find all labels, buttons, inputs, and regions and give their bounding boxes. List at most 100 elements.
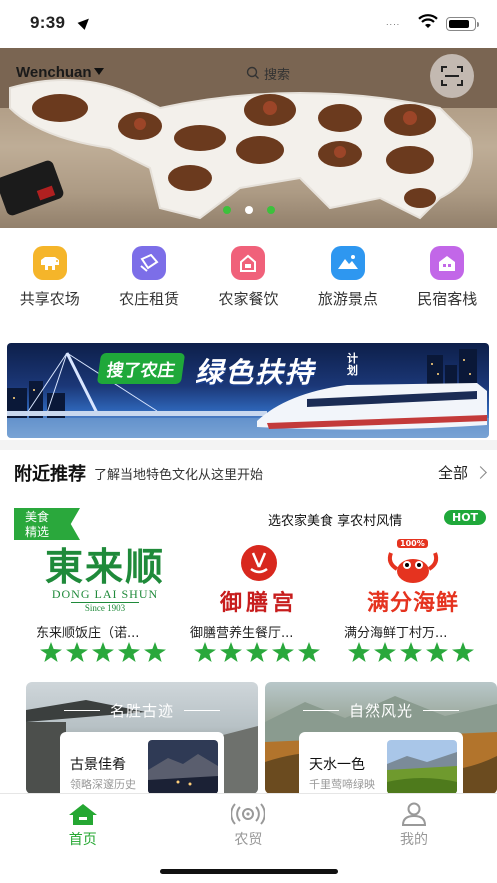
star-icon xyxy=(298,642,320,662)
tab-label: 农贸 xyxy=(234,832,263,848)
scenic-card-title: 天水一色 xyxy=(309,757,365,773)
star-icon xyxy=(220,642,242,662)
cow-icon xyxy=(32,246,67,280)
scan-button[interactable] xyxy=(430,54,474,98)
hot-badge: HOT xyxy=(444,510,487,525)
contract-icon xyxy=(132,246,167,280)
house-icon xyxy=(430,246,465,280)
shop-logo: 東来顺 DONG LAI SHUN Since 1903 xyxy=(30,540,180,620)
rating-stars xyxy=(40,642,166,662)
crab-logo: 100% xyxy=(383,539,443,585)
category-label: 旅游景点 xyxy=(317,290,378,308)
carousel-dot[interactable] xyxy=(266,206,275,214)
rating-stars xyxy=(348,642,474,662)
scenic-card-historic[interactable]: 名胜古迹 古景佳肴 领略深邃历史 xyxy=(26,682,258,794)
status-time: 9:39 xyxy=(30,13,66,32)
star-icon xyxy=(40,642,62,662)
mountain-icon xyxy=(330,246,365,280)
location-arrow-icon xyxy=(77,15,93,30)
shop-card-manfen[interactable]: 100% 满分海鲜 满分海鲜丁村万... xyxy=(338,539,492,670)
caret-down-icon xyxy=(93,68,104,75)
category-label: 民宿客栈 xyxy=(417,290,478,308)
star-icon xyxy=(66,642,88,662)
category-label: 农庄租赁 xyxy=(119,290,180,308)
scenic-card-subtitle: 千里莺啼绿映 xyxy=(309,778,375,791)
logo-badge: 100% xyxy=(397,539,428,548)
home-indicator xyxy=(160,869,338,874)
star-icon xyxy=(348,642,370,662)
status-bar: 9:39 .... xyxy=(0,0,497,48)
shop-name: 满分海鲜丁村万... xyxy=(344,626,448,641)
star-icon xyxy=(374,642,396,662)
location-label: Wenchuan xyxy=(16,64,92,81)
section-title: 附近推荐 xyxy=(14,464,86,485)
shop-name: 东来顺饭庄（诺... xyxy=(36,626,140,641)
nearby-header: 附近推荐 了解当地特色文化从这里开始 全部 xyxy=(0,450,497,496)
food-badge-line1: 美食 xyxy=(25,510,50,524)
star-icon xyxy=(92,642,114,662)
promo-banner[interactable]: 搜了农庄 绿色扶持 计划 xyxy=(7,343,489,438)
tab-profile[interactable]: 我的 xyxy=(331,794,497,883)
promo-subtitle: 计划 xyxy=(347,352,358,377)
location-selector[interactable]: Wenchuan xyxy=(16,64,104,81)
scenic-title: 自然风光 xyxy=(265,700,497,721)
shop-logo: 100% 满分海鲜 xyxy=(338,539,488,620)
carousel-indicator xyxy=(0,206,497,214)
battery-level xyxy=(449,20,469,28)
logo-subtext: DONG LAI SHUN xyxy=(51,587,159,601)
food-badge: 美食 精选 xyxy=(14,508,80,540)
category-item[interactable]: 旅游景点 xyxy=(298,234,397,314)
category-grid: 共享农场 农庄租赁 农家餐饮 旅游景点 民宿客栈 xyxy=(0,234,497,314)
hero-banner[interactable]: Wenchuan 搜索 xyxy=(0,48,497,228)
tab-label: 首页 xyxy=(68,832,97,848)
user-icon xyxy=(401,802,426,826)
category-label: 共享农场 xyxy=(19,290,80,308)
star-icon xyxy=(426,642,448,662)
promo-title: 绿色扶持 xyxy=(195,356,316,389)
section-subtitle: 了解当地特色文化从这里开始 xyxy=(94,467,264,483)
search-placeholder: 搜索 xyxy=(264,67,291,83)
scenic-thumbnail xyxy=(148,740,218,794)
star-icon xyxy=(194,642,216,662)
shop-list: 東来顺 DONG LAI SHUN Since 1903 东来顺饭庄（诺... … xyxy=(30,539,492,670)
shop-card-yushangong[interactable]: 御膳宫 御膳营养生餐厅... xyxy=(184,540,338,670)
food-icon xyxy=(231,246,266,280)
wifi-icon xyxy=(418,14,438,28)
star-icon xyxy=(246,642,268,662)
star-icon xyxy=(272,642,294,662)
scenic-title: 名胜古迹 xyxy=(26,700,258,721)
category-label: 农家餐饮 xyxy=(218,290,279,308)
crab-icon xyxy=(387,552,439,583)
search-input[interactable]: 搜索 xyxy=(246,62,290,84)
scenic-inner-card[interactable]: 古景佳肴 领略深邃历史 xyxy=(60,732,224,794)
spacer xyxy=(0,324,497,334)
logo-since: Since 1903 xyxy=(70,602,140,613)
category-item[interactable]: 共享农场 xyxy=(0,234,99,314)
view-all-label: 全部 xyxy=(437,464,468,482)
scenic-card-nature[interactable]: 自然风光 天水一色 千里莺啼绿映 xyxy=(265,682,497,794)
food-badge-line2: 精选 xyxy=(25,525,50,539)
star-icon xyxy=(144,642,166,662)
category-item[interactable]: 农家餐饮 xyxy=(199,234,298,314)
rating-stars xyxy=(194,642,320,662)
tab-label: 我的 xyxy=(399,832,428,848)
scan-icon xyxy=(441,66,463,86)
section-divider xyxy=(0,440,497,450)
star-icon xyxy=(118,642,140,662)
tab-home[interactable]: 首页 xyxy=(0,794,166,883)
carousel-dot[interactable] xyxy=(222,206,231,214)
chef-logo-icon xyxy=(241,545,277,581)
view-all-button[interactable]: 全部 xyxy=(437,462,487,483)
logo-text: 满分海鲜 xyxy=(366,591,459,616)
food-slogan: 选农家美食 享农村风情 xyxy=(268,514,403,529)
category-item[interactable]: 农庄租赁 xyxy=(99,234,198,314)
carousel-dot[interactable] xyxy=(244,206,253,214)
star-icon xyxy=(400,642,422,662)
shop-logo: 御膳宫 xyxy=(184,540,334,620)
shop-card-donglaishun[interactable]: 東来顺 DONG LAI SHUN Since 1903 东来顺饭庄（诺... xyxy=(30,540,184,670)
broadcast-icon xyxy=(231,803,266,825)
scenic-inner-card[interactable]: 天水一色 千里莺啼绿映 xyxy=(299,732,463,794)
category-item[interactable]: 民宿客栈 xyxy=(398,234,497,314)
food-recommendations: 美食 精选 选农家美食 享农村风情 HOT 東来顺 DONG LAI SHUN … xyxy=(0,500,497,670)
signal-icon: .... xyxy=(386,18,401,27)
